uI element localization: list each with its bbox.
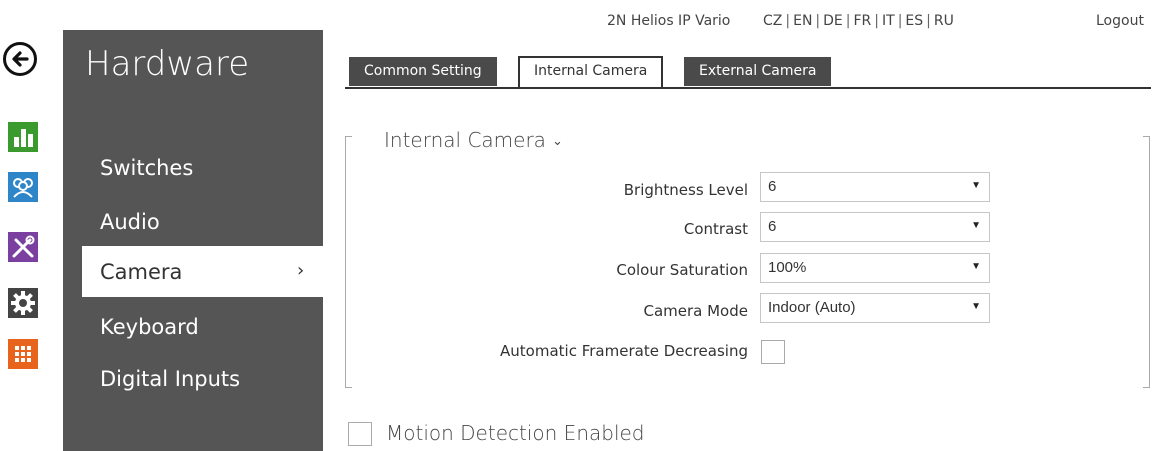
services-grid-icon (8, 339, 38, 369)
services-menu-button[interactable] (8, 334, 38, 374)
chevron-down-icon: ⌄ (551, 134, 563, 149)
directory-users-icon (8, 172, 38, 202)
panel-border-right (1143, 136, 1150, 388)
tabs-divider (345, 87, 1151, 89)
directory-menu-button[interactable] (8, 167, 38, 207)
lang-it[interactable]: IT (882, 13, 895, 29)
lang-de[interactable]: DE (823, 13, 843, 29)
sidebar: Hardware Switches Audio Camera › Keyboar… (63, 30, 323, 451)
sidebar-item-label: Camera (100, 260, 183, 284)
sidebar-item-audio[interactable]: Audio (100, 210, 160, 234)
back-button[interactable] (3, 42, 37, 76)
saturation-select[interactable]: 100% ▼ (760, 253, 990, 283)
dropdown-arrow-icon: ▼ (971, 220, 981, 231)
hardware-menu-button[interactable] (8, 227, 38, 267)
contrast-value: 6 (768, 218, 777, 235)
sidebar-item-keyboard[interactable]: Keyboard (100, 315, 199, 339)
camera-mode-value: Indoor (Auto) (768, 299, 856, 316)
section-title: Internal Camera (384, 128, 546, 152)
framerate-label: Automatic Framerate Decreasing (500, 342, 748, 360)
contrast-select[interactable]: 6 ▼ (760, 212, 990, 242)
logout-link[interactable]: Logout (1096, 13, 1144, 29)
panel-border-left (345, 136, 352, 388)
sidebar-item-digital-inputs[interactable]: Digital Inputs (100, 367, 240, 391)
status-menu-button[interactable] (8, 117, 38, 157)
device-name: 2N Helios IP Vario (607, 13, 731, 29)
contrast-label: Contrast (683, 220, 748, 238)
back-arrow-icon (12, 51, 29, 67)
language-switcher: CZ | EN | DE | FR | IT | ES | RU (763, 13, 954, 29)
lang-separator: | (845, 13, 851, 29)
dropdown-arrow-icon: ▼ (971, 180, 981, 191)
lang-separator: | (785, 13, 791, 29)
brightness-select[interactable]: 6 ▼ (760, 172, 990, 202)
lang-separator: | (815, 13, 821, 29)
settings-menu-button[interactable] (8, 283, 38, 323)
sidebar-title: Hardware (85, 44, 250, 84)
saturation-label: Colour Saturation (616, 261, 748, 279)
camera-mode-label: Camera Mode (643, 302, 748, 320)
lang-separator: | (926, 13, 931, 29)
tab-common-setting[interactable]: Common Setting (349, 57, 497, 86)
lang-fr[interactable]: FR (854, 13, 872, 29)
hardware-tools-icon (8, 232, 38, 262)
lang-en[interactable]: EN (793, 13, 812, 29)
sidebar-item-camera[interactable]: Camera › (82, 246, 323, 297)
brightness-value: 6 (768, 178, 777, 195)
framerate-checkbox[interactable] (761, 340, 785, 364)
lang-separator: | (874, 13, 879, 29)
dropdown-arrow-icon: ▼ (971, 301, 981, 312)
tab-internal-camera[interactable]: Internal Camera (518, 56, 664, 89)
motion-detection-checkbox[interactable] (348, 422, 372, 446)
lang-es[interactable]: ES (905, 13, 923, 29)
tab-external-camera[interactable]: External Camera (684, 57, 832, 86)
saturation-value: 100% (768, 259, 807, 276)
camera-mode-select[interactable]: Indoor (Auto) ▼ (760, 293, 990, 323)
motion-detection-label: Motion Detection Enabled (386, 421, 645, 445)
lang-separator: | (897, 13, 903, 29)
section-header-internal-camera[interactable]: Internal Camera ⌄ (384, 128, 563, 152)
chevron-right-icon: › (297, 260, 305, 281)
dropdown-arrow-icon: ▼ (971, 261, 981, 272)
settings-gear-icon (8, 288, 38, 318)
status-chart-icon (8, 122, 38, 152)
lang-ru[interactable]: RU (934, 13, 954, 29)
lang-cz[interactable]: CZ (763, 13, 782, 29)
brightness-label: Brightness Level (623, 181, 748, 199)
sidebar-item-switches[interactable]: Switches (100, 156, 193, 180)
